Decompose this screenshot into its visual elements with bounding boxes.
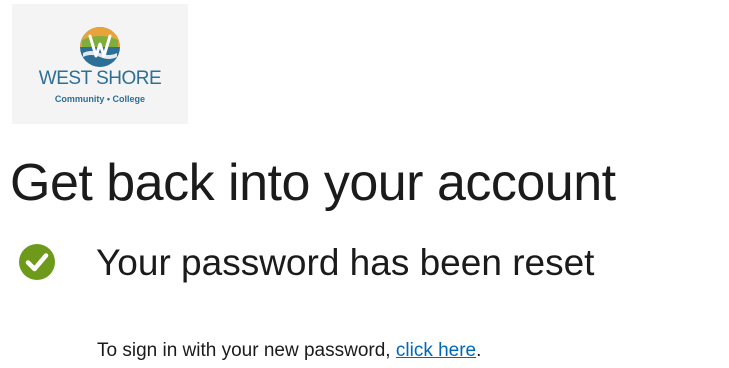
college-logo: WEST SHORE Community • College bbox=[12, 4, 188, 124]
status-message: Your password has been reset bbox=[18, 243, 594, 281]
click-here-link[interactable]: click here bbox=[396, 340, 476, 361]
signin-instructions: To sign in with your new password, click… bbox=[97, 341, 481, 360]
status-text: Your password has been reset bbox=[96, 241, 595, 283]
signin-suffix: . bbox=[476, 340, 482, 361]
checkmark-circle-icon bbox=[19, 244, 55, 280]
page-title: Get back into your account bbox=[10, 154, 616, 212]
password-reset-page: WEST SHORE Community • College Get back … bbox=[0, 0, 729, 368]
signin-prefix: To sign in with your new password, bbox=[97, 340, 391, 361]
logo-subtitle: Community • College bbox=[54, 94, 146, 104]
logo-wordmark: WEST SHORE bbox=[38, 68, 162, 89]
college-logo-mark-icon bbox=[80, 27, 120, 67]
